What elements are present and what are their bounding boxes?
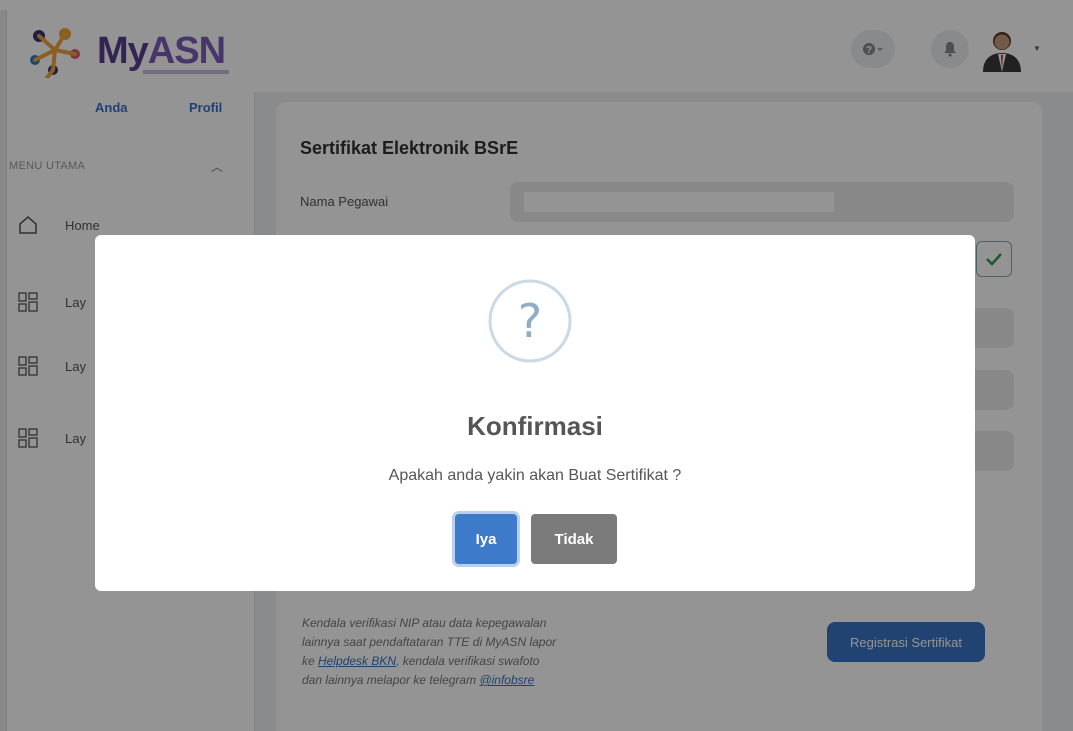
dialog-message: Apakah anda yakin akan Buat Sertifikat ? — [388, 467, 682, 484]
question-glyph: ? — [518, 294, 542, 348]
dialog-title: Konfirmasi — [467, 411, 603, 441]
question-icon: ? — [488, 279, 572, 363]
cancel-button[interactable]: Tidak — [531, 514, 617, 564]
confirm-button[interactable]: Iya — [455, 514, 517, 564]
confirmation-dialog: ? Konfirmasi Apakah anda yakin akan Buat… — [95, 235, 975, 591]
